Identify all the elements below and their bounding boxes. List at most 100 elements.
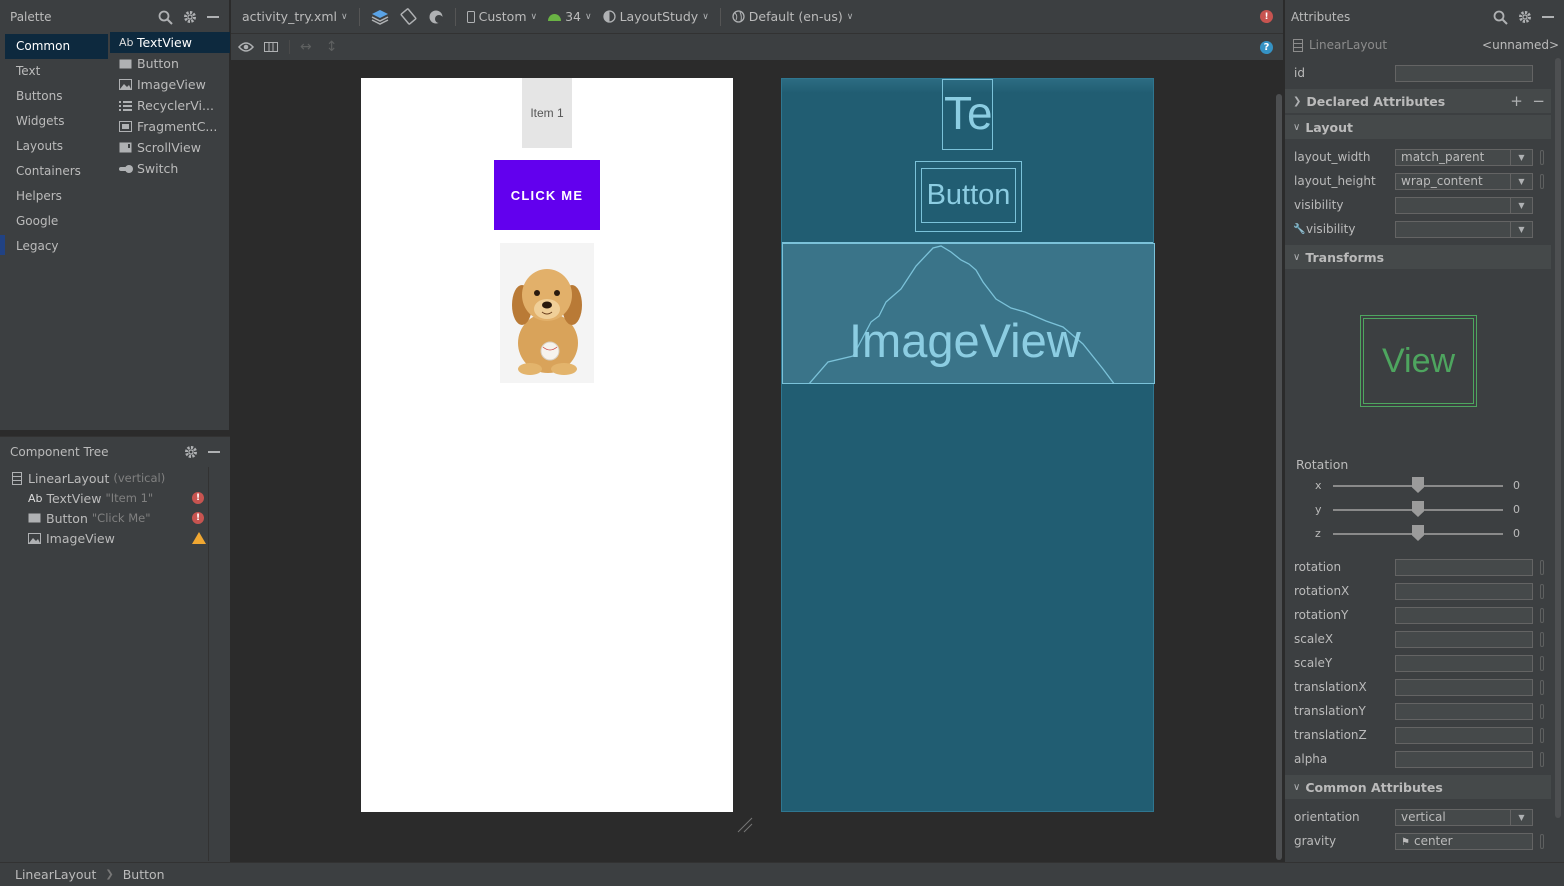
vertical-resize-icon[interactable]: ↕ xyxy=(326,39,338,55)
resize-handle-icon[interactable] xyxy=(736,816,754,834)
minimize-icon[interactable] xyxy=(1542,11,1554,23)
section-transforms[interactable]: ∨ Transforms xyxy=(1285,245,1551,269)
error-icon[interactable]: ! xyxy=(1260,10,1273,23)
blueprint-imageview[interactable]: ImageView xyxy=(782,243,1155,384)
attributes-scrollbar[interactable] xyxy=(1555,58,1561,818)
file-dropdown[interactable]: activity_try.xml ∨ xyxy=(242,9,348,24)
rotationx-field[interactable] xyxy=(1395,582,1533,600)
dropdown-arrow-icon[interactable]: ▼ xyxy=(1510,221,1532,237)
category-google[interactable]: Google xyxy=(5,209,108,234)
resource-picker-icon[interactable] xyxy=(1540,631,1544,647)
tree-row-linearlayout[interactable]: LinearLayout (vertical) xyxy=(0,468,210,488)
locale-dropdown[interactable]: Default (en-us) ∨ xyxy=(732,9,853,24)
translationx-field[interactable] xyxy=(1395,678,1533,696)
category-legacy[interactable]: Legacy xyxy=(5,234,108,259)
search-icon[interactable] xyxy=(1493,10,1508,25)
layers-button[interactable] xyxy=(371,9,389,25)
gravity-field[interactable]: ⚑ center xyxy=(1395,832,1533,850)
blueprint-button[interactable]: Button xyxy=(915,161,1022,232)
section-common-attributes[interactable]: ∨ Common Attributes xyxy=(1285,775,1551,799)
section-declared-attributes[interactable]: ❯ Declared Attributes + − xyxy=(1285,89,1551,113)
id-field[interactable] xyxy=(1395,64,1533,82)
warning-icon[interactable] xyxy=(192,532,206,544)
help-icon[interactable]: ? xyxy=(1260,40,1273,54)
blueprint-textview[interactable]: Te xyxy=(942,79,993,150)
layout-width-field[interactable]: match_parent ▼ xyxy=(1395,148,1533,166)
slider-thumb[interactable] xyxy=(1412,501,1424,517)
palette-item-imageview[interactable]: ImageView xyxy=(110,74,230,95)
error-icon[interactable]: ! xyxy=(192,512,204,524)
night-mode-button[interactable] xyxy=(428,9,444,25)
blueprint-preview[interactable]: Te Button ImageView xyxy=(781,78,1155,812)
category-text[interactable]: Text xyxy=(5,59,108,84)
category-common[interactable]: Common xyxy=(5,34,108,59)
gear-icon[interactable] xyxy=(183,10,197,24)
rotation-x-slider[interactable]: x 0 xyxy=(1285,476,1555,496)
category-helpers[interactable]: Helpers xyxy=(5,184,108,209)
section-layout[interactable]: ∨ Layout xyxy=(1285,115,1551,139)
palette-item-textview[interactable]: Ab TextView xyxy=(110,32,230,53)
resource-picker-icon[interactable] xyxy=(1540,703,1544,719)
resource-picker-icon[interactable] xyxy=(1540,559,1544,575)
rotationy-field[interactable] xyxy=(1395,606,1533,624)
dropdown-arrow-icon[interactable]: ▼ xyxy=(1510,197,1532,213)
visibility-field[interactable]: ▼ xyxy=(1395,196,1533,214)
dropdown-arrow-icon[interactable]: ▼ xyxy=(1510,173,1532,189)
canvas-scrollbar[interactable] xyxy=(1276,94,1282,860)
resource-picker-icon[interactable] xyxy=(1540,727,1544,743)
slider-thumb[interactable] xyxy=(1412,477,1424,493)
device-dropdown[interactable]: Custom ∨ xyxy=(466,9,537,24)
api-dropdown[interactable]: 34 ∨ xyxy=(548,9,592,24)
resource-picker-icon[interactable] xyxy=(1540,679,1544,695)
tree-row-button[interactable]: Button "Click Me" ! xyxy=(0,508,210,528)
palette-item-recyclerview[interactable]: RecyclerVi... xyxy=(110,95,230,116)
dropdown-arrow-icon[interactable]: ▼ xyxy=(1510,149,1532,165)
eye-icon[interactable] xyxy=(238,41,254,53)
error-icon[interactable]: ! xyxy=(192,492,204,504)
horizontal-resize-icon[interactable]: ↔ xyxy=(300,39,312,55)
tree-row-imageview[interactable]: ImageView xyxy=(0,528,210,548)
scalex-field[interactable] xyxy=(1395,630,1533,648)
add-icon[interactable]: + xyxy=(1510,92,1523,110)
category-buttons[interactable]: Buttons xyxy=(5,84,108,109)
resource-picker-icon[interactable] xyxy=(1540,583,1544,599)
tools-visibility-field[interactable]: ▼ xyxy=(1395,220,1533,238)
layout-height-field[interactable]: wrap_content ▼ xyxy=(1395,172,1533,190)
preview-textview[interactable]: Item 1 xyxy=(522,78,572,148)
gear-icon[interactable] xyxy=(184,445,198,459)
slider-thumb[interactable] xyxy=(1412,525,1424,541)
resource-picker-icon[interactable] xyxy=(1540,751,1544,767)
preview-imageview[interactable] xyxy=(500,243,594,383)
palette-item-button[interactable]: Button xyxy=(110,53,230,74)
rotation-field[interactable] xyxy=(1395,558,1533,576)
palette-item-fragment[interactable]: FragmentC... xyxy=(110,116,230,137)
palette-item-scrollview[interactable]: ScrollView xyxy=(110,137,230,158)
resource-picker-icon[interactable] xyxy=(1540,833,1544,849)
translationy-field[interactable] xyxy=(1395,702,1533,720)
category-containers[interactable]: Containers xyxy=(5,159,108,184)
rotation-z-slider[interactable]: z 0 xyxy=(1285,524,1555,544)
dropdown-arrow-icon[interactable]: ▼ xyxy=(1510,809,1532,825)
preview-button[interactable]: CLICK ME xyxy=(494,160,600,230)
minimize-icon[interactable] xyxy=(207,11,219,23)
tree-row-textview[interactable]: Ab TextView "Item 1" ! xyxy=(0,488,210,508)
orientation-field[interactable]: vertical ▼ xyxy=(1395,808,1533,826)
split-view-icon[interactable] xyxy=(264,42,278,52)
alpha-field[interactable] xyxy=(1395,750,1533,768)
category-layouts[interactable]: Layouts xyxy=(5,134,108,159)
resource-picker-icon[interactable] xyxy=(1540,173,1544,189)
category-widgets[interactable]: Widgets xyxy=(5,109,108,134)
resource-picker-icon[interactable] xyxy=(1540,655,1544,671)
scaley-field[interactable] xyxy=(1395,654,1533,672)
remove-icon[interactable]: − xyxy=(1532,92,1545,110)
breadcrumb-item[interactable]: Button xyxy=(123,867,165,882)
rotation-y-slider[interactable]: y 0 xyxy=(1285,500,1555,520)
design-preview[interactable]: Item 1 CLICK ME xyxy=(361,78,733,812)
theme-dropdown[interactable]: LayoutStudy ∨ xyxy=(602,9,709,24)
orientation-button[interactable] xyxy=(400,8,417,25)
resource-picker-icon[interactable] xyxy=(1540,607,1544,623)
translationz-field[interactable] xyxy=(1395,726,1533,744)
minimize-icon[interactable] xyxy=(208,446,220,458)
resource-picker-icon[interactable] xyxy=(1540,149,1544,165)
breadcrumb-item[interactable]: LinearLayout xyxy=(15,867,96,882)
